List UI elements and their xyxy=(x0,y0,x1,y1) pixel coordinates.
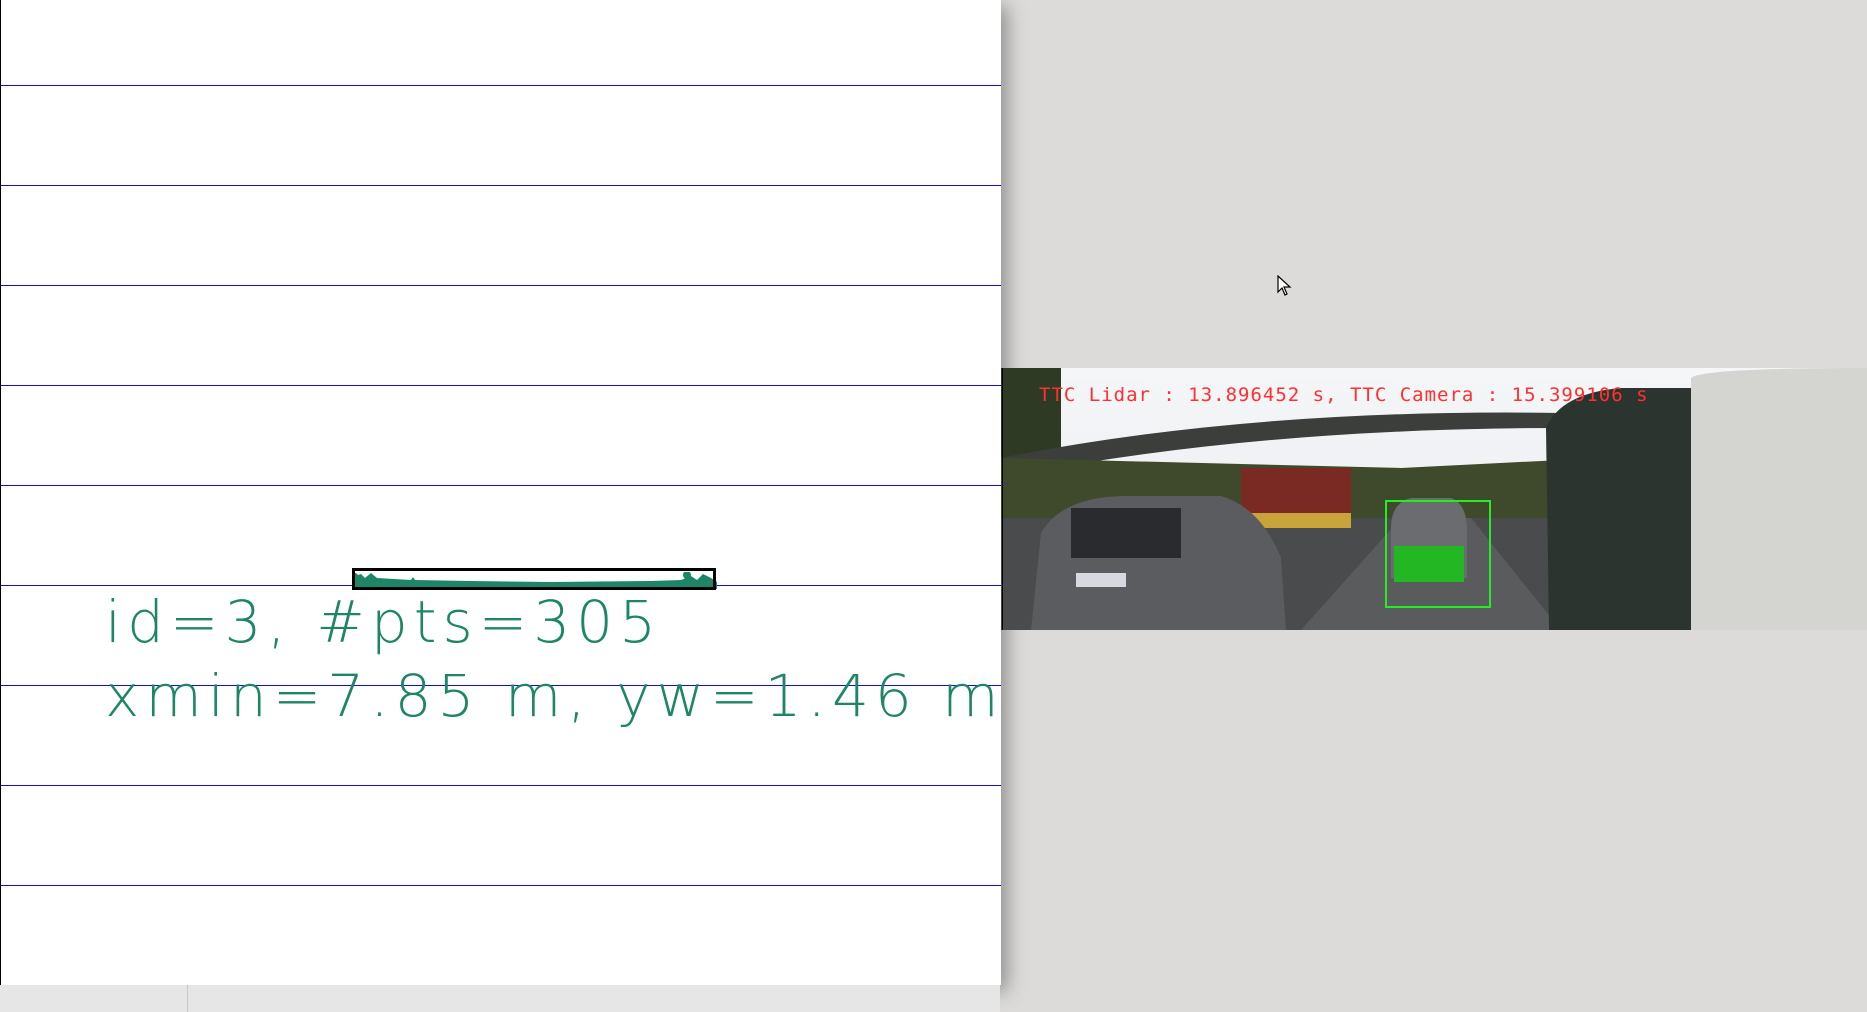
lidar-points-on-vehicle xyxy=(1394,546,1464,582)
mouse-cursor-icon xyxy=(1277,275,1292,296)
lidar-topview-window: id=3, #pts=305 xmin=7.85 m, yw=1.46 m xyxy=(0,0,1001,985)
object-id-label: id=3, #pts=305 xyxy=(105,588,662,656)
distance-marker-line xyxy=(1,185,1001,186)
distance-marker-line xyxy=(1,785,1001,786)
object-distance-label: xmin=7.85 m, yw=1.46 m xyxy=(105,662,1005,730)
distance-marker-line xyxy=(1,385,1001,386)
camera-scene xyxy=(1001,368,1867,630)
ttc-overlay-text: TTC Lidar : 13.896452 s, TTC Camera : 15… xyxy=(1039,384,1649,406)
camera-view-window: TTC Lidar : 13.896452 s, TTC Camera : 15… xyxy=(1001,368,1867,630)
distance-marker-line xyxy=(1,885,1001,886)
distance-marker-line xyxy=(1,285,1001,286)
window-bottom-strip xyxy=(0,985,1000,1012)
distance-marker-line xyxy=(1,85,1001,86)
distance-marker-line xyxy=(1,485,1001,486)
object-bounding-box xyxy=(352,568,716,590)
